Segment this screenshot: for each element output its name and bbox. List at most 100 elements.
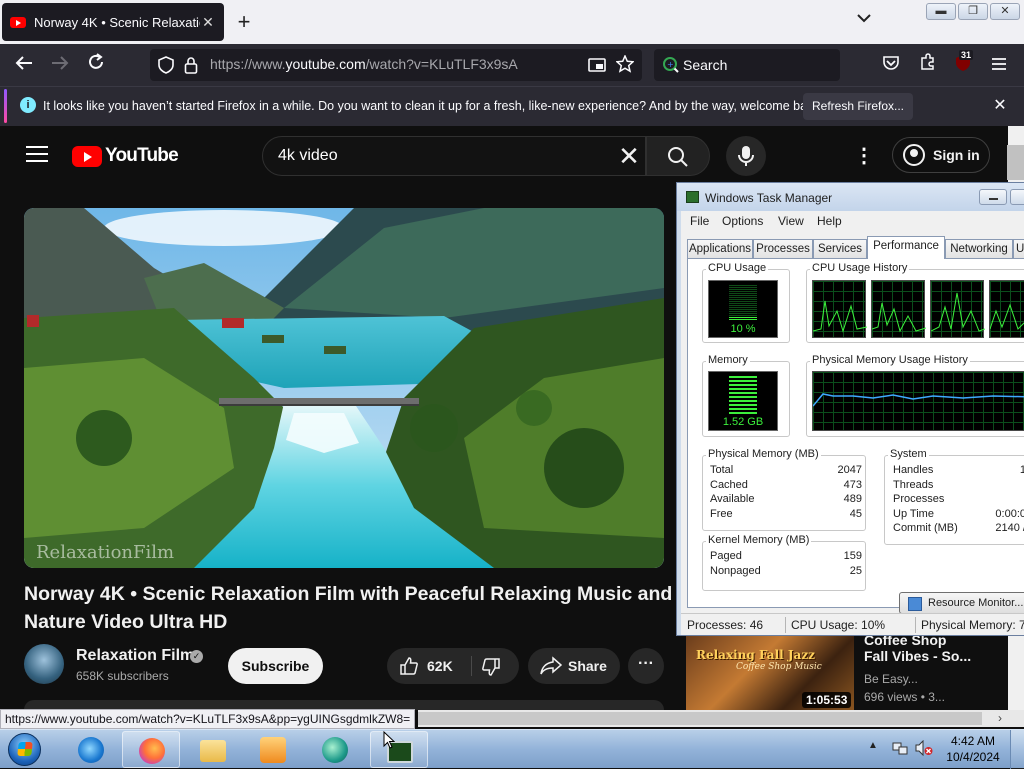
taskbar-firefox[interactable] bbox=[122, 731, 180, 768]
menu-view[interactable]: View bbox=[778, 214, 804, 228]
kernel-memory-heading: Kernel Memory (MB) bbox=[706, 534, 812, 546]
youtube-play-logo-icon bbox=[72, 145, 102, 167]
subscriber-count: 658K subscribers bbox=[76, 669, 169, 683]
show-desktop-button[interactable] bbox=[1010, 730, 1024, 769]
sys-uptime-value: 0:00:0 bbox=[995, 508, 1024, 520]
refresh-firefox-button[interactable]: Refresh Firefox... bbox=[803, 93, 913, 120]
guide-menu-icon[interactable] bbox=[26, 146, 48, 164]
cpu-usage-value: 10 % bbox=[730, 323, 756, 335]
window-restore-button[interactable]: ❐ bbox=[958, 3, 988, 20]
voice-search-button[interactable] bbox=[726, 136, 766, 176]
picture-in-picture-icon[interactable] bbox=[588, 56, 606, 79]
new-tab-icon[interactable]: + bbox=[232, 8, 256, 36]
system-clock[interactable]: 4:42 AM 10/4/2024 bbox=[938, 733, 1008, 765]
volume-muted-icon[interactable] bbox=[915, 739, 933, 757]
app-menu-hamburger-icon[interactable] bbox=[986, 53, 1012, 77]
address-bar[interactable]: https://www.youtube.com/watch?v=KLuTLF3x… bbox=[150, 49, 642, 81]
channel-name[interactable]: Relaxation Film bbox=[76, 647, 194, 665]
cpu-core-3-graph bbox=[930, 280, 986, 338]
pm-total-value: 2047 bbox=[837, 464, 862, 476]
share-label: Share bbox=[568, 658, 607, 674]
taskbar-app[interactable] bbox=[306, 731, 364, 768]
menu-file[interactable]: File bbox=[690, 214, 709, 228]
tab-networking[interactable]: Networking bbox=[945, 239, 1013, 258]
taskbar-internet-explorer[interactable] bbox=[62, 731, 120, 768]
horizontal-scrollbar-thumb[interactable] bbox=[418, 712, 982, 725]
menu-options[interactable]: Options bbox=[722, 214, 763, 228]
bookmark-star-icon[interactable] bbox=[615, 54, 635, 78]
like-thumbs-up-icon[interactable] bbox=[399, 656, 419, 679]
search-icon bbox=[668, 147, 688, 167]
network-icon[interactable] bbox=[892, 740, 908, 756]
youtube-logo[interactable]: YouTube bbox=[72, 144, 179, 168]
share-arrow-icon bbox=[540, 656, 563, 679]
subscribe-button[interactable]: Subscribe bbox=[228, 648, 323, 684]
memory-history-graph bbox=[812, 371, 1024, 431]
task-manager-titlebar[interactable]: Windows Task Manager bbox=[677, 183, 1024, 211]
task-manager-body: Applications Processes Services Performa… bbox=[681, 231, 1024, 615]
more-actions-icon[interactable]: ··· bbox=[628, 648, 664, 684]
search-placeholder: Search bbox=[683, 57, 728, 73]
mouse-cursor-icon bbox=[383, 730, 396, 754]
tab-performance[interactable]: Performance bbox=[867, 236, 945, 259]
windows-start-orb-icon bbox=[8, 733, 41, 766]
tab-title: Norway 4K • Scenic Relaxation Film bbox=[34, 14, 200, 30]
dislike-thumbs-down-icon[interactable] bbox=[481, 657, 501, 680]
taskbar-file-explorer[interactable] bbox=[184, 731, 242, 768]
scroll-right-arrow-icon[interactable]: › bbox=[992, 710, 1008, 727]
internet-explorer-icon bbox=[78, 737, 104, 763]
settings-more-icon[interactable]: ⋮ bbox=[854, 144, 874, 168]
forward-arrow-icon[interactable] bbox=[47, 53, 73, 77]
memory-label: Memory bbox=[706, 354, 750, 366]
window-close-button[interactable]: ✕ bbox=[990, 3, 1020, 20]
tab-close-icon[interactable]: ✕ bbox=[200, 14, 216, 31]
task-manager-maximize-button[interactable] bbox=[1010, 189, 1024, 205]
channel-watermark: RelaxationFilm bbox=[36, 542, 174, 563]
channel-avatar[interactable] bbox=[24, 644, 64, 684]
cpu-meter-segment bbox=[729, 293, 757, 294]
taskbar-task-manager[interactable] bbox=[370, 731, 428, 768]
task-manager-minimize-button[interactable] bbox=[979, 189, 1007, 205]
recommended-title-line2[interactable]: Fall Vibes - So... bbox=[864, 648, 971, 664]
sign-in-button[interactable]: Sign in bbox=[892, 137, 990, 173]
youtube-search-button[interactable] bbox=[646, 136, 710, 176]
verified-check-icon: ✓ bbox=[190, 650, 203, 663]
lock-icon[interactable] bbox=[184, 56, 198, 79]
show-hidden-icons-arrow-icon[interactable]: ▲ bbox=[868, 740, 878, 756]
clear-search-icon[interactable]: ✕ bbox=[615, 142, 643, 170]
tab-services[interactable]: Services bbox=[813, 239, 867, 258]
share-button[interactable]: Share bbox=[528, 648, 620, 684]
search-query: 4k video bbox=[278, 147, 338, 164]
recommended-video[interactable]: Relaxing Fall Jazz Coffee Shop Music 1:0… bbox=[686, 632, 1008, 710]
cpu-meter-segment bbox=[729, 289, 757, 290]
list-tabs-chevron-icon[interactable] bbox=[852, 10, 876, 34]
sys-handles-value: 1 bbox=[1019, 464, 1024, 476]
google-search-icon: + bbox=[662, 56, 680, 77]
like-count[interactable]: 62K bbox=[427, 658, 453, 674]
user-account-icon bbox=[903, 144, 925, 166]
notification-close-icon[interactable]: ✕ bbox=[990, 95, 1010, 115]
tab-users[interactable]: Us bbox=[1013, 239, 1024, 258]
youtube-search-input[interactable]: 4k video ✕ bbox=[262, 136, 646, 176]
resource-monitor-button[interactable]: Resource Monitor... bbox=[899, 592, 1024, 614]
extensions-puzzle-icon[interactable] bbox=[915, 53, 941, 77]
video-player[interactable]: RelaxationFilm bbox=[24, 208, 664, 568]
browser-tab[interactable]: Norway 4K • Scenic Relaxation Film ✕ bbox=[2, 3, 224, 41]
start-button[interactable] bbox=[4, 731, 44, 768]
tab-processes[interactable]: Processes bbox=[753, 239, 813, 258]
youtube-favicon-icon bbox=[10, 16, 26, 28]
back-arrow-icon[interactable] bbox=[11, 53, 37, 77]
cpu-core-1-graph bbox=[812, 280, 868, 338]
pocket-icon[interactable] bbox=[878, 53, 904, 77]
clock-time: 4:42 AM bbox=[950, 734, 996, 748]
web-search-box[interactable]: + Search bbox=[654, 49, 840, 81]
window-minimize-button[interactable]: ▬ bbox=[926, 3, 956, 20]
tab-applications[interactable]: Applications bbox=[687, 239, 753, 258]
recommended-thumbnail[interactable]: Relaxing Fall Jazz Coffee Shop Music 1:0… bbox=[686, 636, 854, 710]
reload-icon[interactable] bbox=[83, 53, 109, 77]
menu-help[interactable]: Help bbox=[817, 214, 842, 228]
cpu-meter-segment bbox=[729, 313, 757, 314]
page-scrollbar-thumb[interactable] bbox=[1007, 145, 1024, 180]
tracking-shield-icon[interactable] bbox=[158, 56, 174, 79]
taskbar-media-player[interactable] bbox=[244, 731, 302, 768]
